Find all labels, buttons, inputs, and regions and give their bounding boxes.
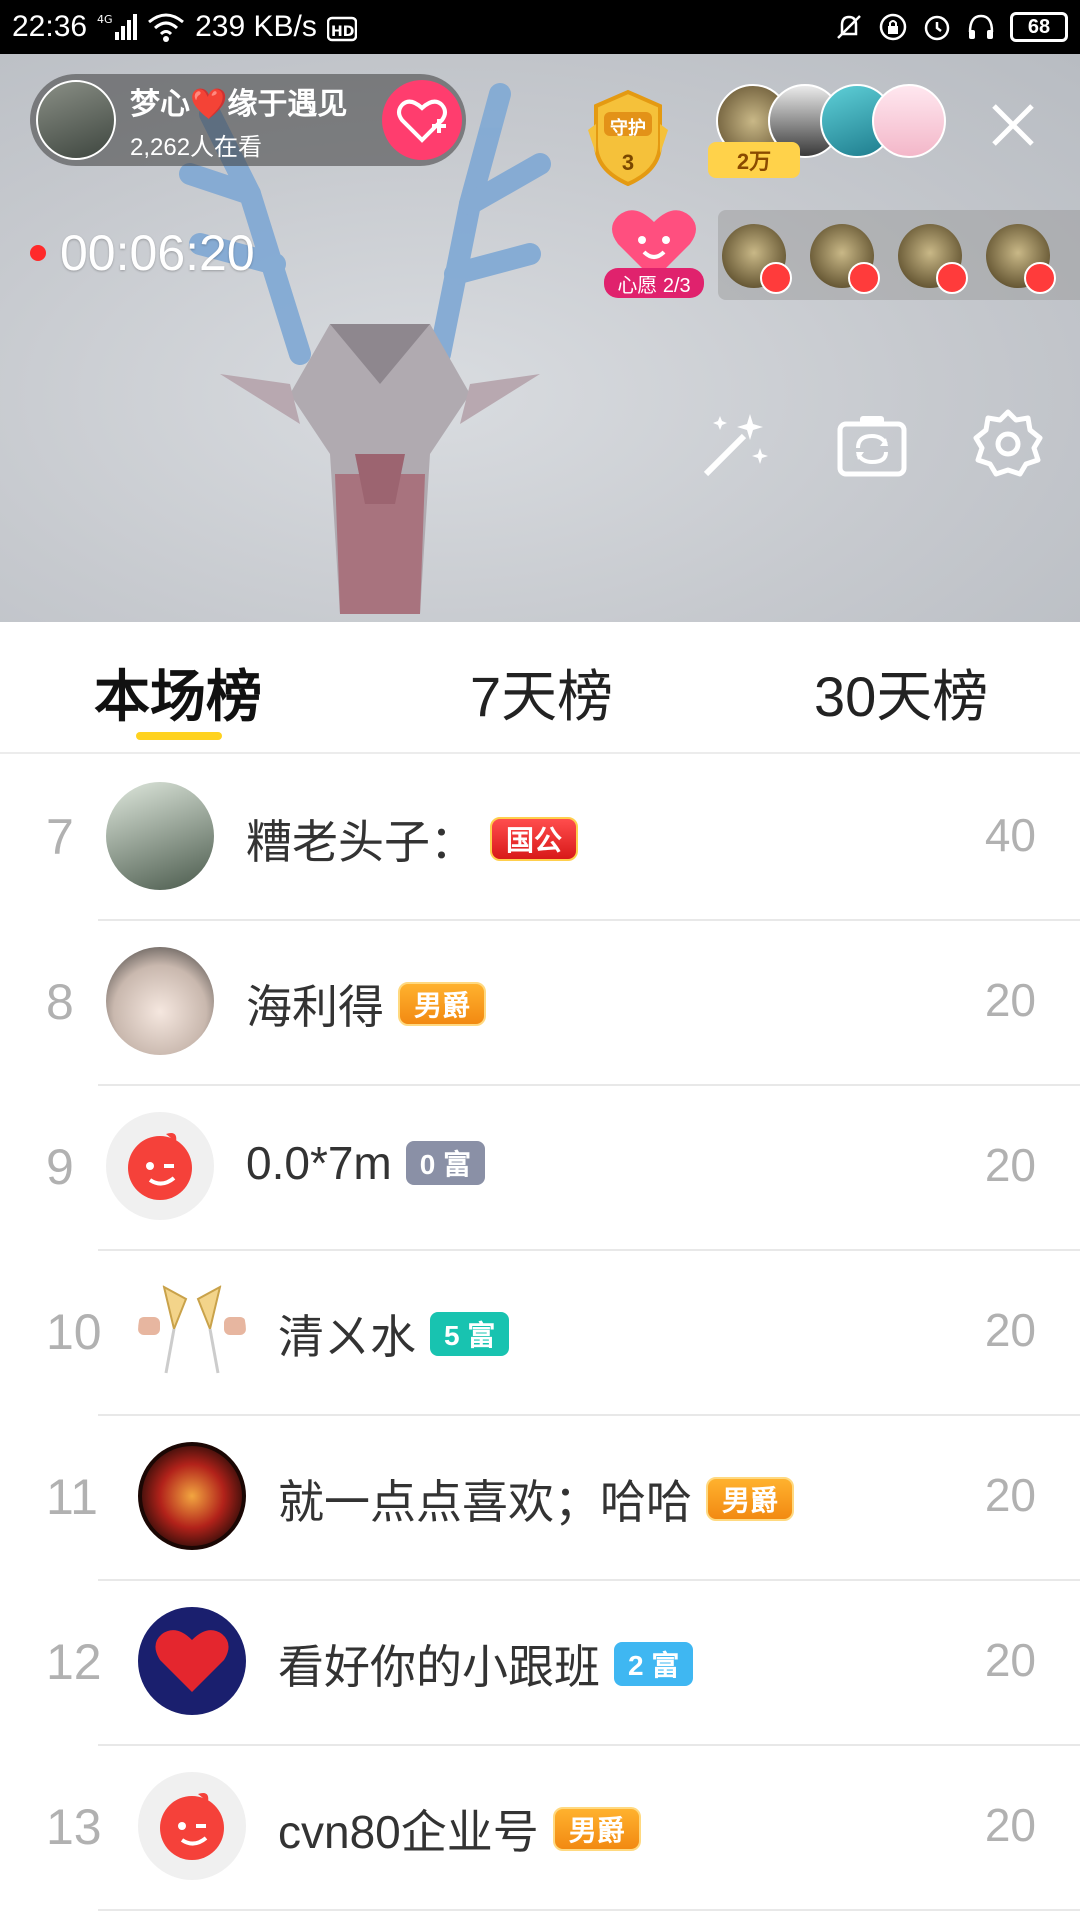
wish-progress-label: 心愿 2/3 xyxy=(604,268,704,298)
headphones-icon xyxy=(966,12,996,42)
recording-dot-icon xyxy=(30,245,46,261)
seat-avatar[interactable] xyxy=(898,224,968,294)
sofa-icon xyxy=(936,262,968,294)
rank-number: 8 xyxy=(46,974,74,1030)
rank-badge: 男爵 xyxy=(398,982,487,1026)
user-name: 就一点点喜欢；哈哈 xyxy=(278,1476,692,1528)
rank-badge: 男爵 xyxy=(552,1807,641,1851)
alarm-icon xyxy=(922,12,952,42)
avatar[interactable] xyxy=(138,1607,246,1715)
score: 20 xyxy=(984,1139,1036,1191)
rank-number: 11 xyxy=(46,1469,98,1525)
champagne-glasses-icon xyxy=(138,1285,246,1374)
guard-label: 守护 xyxy=(610,118,646,138)
follow-button[interactable] xyxy=(382,80,462,160)
live-timer: 00:06:20 xyxy=(30,224,255,282)
sofa-icon xyxy=(848,262,880,294)
list-item[interactable]: 7 糟老头子： 国公 40 xyxy=(0,756,1080,921)
timer-text: 00:06:20 xyxy=(60,225,255,281)
default-avatar-icon xyxy=(128,1133,192,1200)
fan-avatar[interactable] xyxy=(872,84,946,158)
rank-badge: 2 富 xyxy=(614,1642,694,1686)
hd-icon: HD xyxy=(326,12,357,42)
score: 20 xyxy=(984,1799,1036,1851)
rank-badge: 男爵 xyxy=(706,1477,795,1521)
ranking-list: 7 糟老头子： 国公 40 8 海利得 男爵 20 9 0.0*7m 0 富 2… xyxy=(0,756,1080,1911)
list-item[interactable]: 12 看好你的小跟班 2 富 20 xyxy=(0,1581,1080,1746)
divider xyxy=(98,1909,1080,1911)
cellular-signal-icon: 4G xyxy=(97,12,138,42)
rank-number: 7 xyxy=(46,809,74,865)
score: 20 xyxy=(984,1469,1036,1521)
seat-avatar[interactable] xyxy=(986,224,1056,294)
live-video-area[interactable]: 梦心❤️缘于遇见 2,262人在看 守护 3 2万 00:06:20 心愿 2/… xyxy=(0,54,1080,622)
audience-seats[interactable] xyxy=(718,210,1080,300)
rank-number: 13 xyxy=(46,1799,102,1855)
rank-number: 10 xyxy=(46,1304,102,1360)
default-avatar-icon xyxy=(160,1793,224,1860)
avatar[interactable] xyxy=(106,1112,214,1220)
rank-badge: 国公 xyxy=(490,817,579,861)
switch-camera-icon[interactable] xyxy=(836,408,908,480)
ranking-tabs: 本场榜 7天榜 30天榜 xyxy=(0,622,1080,754)
status-bar: 22:36 4G 239 KB/s HD 68 xyxy=(0,0,1080,54)
sofa-icon xyxy=(1024,262,1056,294)
sofa-icon xyxy=(760,262,792,294)
host-name: 梦心❤️缘于遇见 xyxy=(130,87,348,121)
user-name: cvn80企业号 xyxy=(278,1806,539,1858)
status-time: 22:36 xyxy=(12,10,88,43)
rank-badge: 5 富 xyxy=(430,1312,510,1356)
score: 20 xyxy=(984,974,1036,1026)
score: 40 xyxy=(984,809,1036,861)
magic-wand-icon[interactable] xyxy=(700,408,772,480)
rank-badge: 0 富 xyxy=(405,1141,486,1185)
host-avatar[interactable] xyxy=(36,80,116,160)
list-item[interactable]: 8 海利得 男爵 20 xyxy=(0,921,1080,1086)
score: 20 xyxy=(984,1634,1036,1686)
fans-count-badge: 2万 xyxy=(708,142,800,178)
seat-avatar[interactable] xyxy=(810,224,880,294)
avatar[interactable] xyxy=(138,1442,246,1550)
mute-bell-icon xyxy=(834,12,864,42)
avatar[interactable] xyxy=(106,947,214,1055)
score: 20 xyxy=(984,1304,1036,1356)
tab-indicator xyxy=(136,732,222,740)
list-item[interactable]: 10 清ㄨ水 5 富 20 xyxy=(0,1251,1080,1416)
svg-text:4G: 4G xyxy=(97,13,113,26)
lock-rotation-icon xyxy=(878,12,908,42)
user-name: 清ㄨ水 xyxy=(278,1311,416,1363)
battery-indicator: 68 xyxy=(1010,12,1068,42)
guard-count: 3 xyxy=(621,150,635,175)
avatar[interactable] xyxy=(138,1277,246,1385)
user-name: 糟老头子： xyxy=(246,816,476,868)
list-item[interactable]: 11 就一点点喜欢；哈哈 男爵 20 xyxy=(0,1416,1080,1581)
tab-30-days[interactable]: 30天榜 xyxy=(814,652,988,733)
wifi-icon xyxy=(147,12,185,42)
heart-avatar-icon xyxy=(155,1630,229,1692)
avatar[interactable] xyxy=(106,782,214,890)
tab-7-days[interactable]: 7天榜 xyxy=(470,652,613,733)
host-info-pill[interactable]: 梦心❤️缘于遇见 2,262人在看 xyxy=(30,74,466,166)
network-speed: 239 KB/s xyxy=(195,10,317,43)
rank-number: 12 xyxy=(46,1634,102,1690)
guard-badge[interactable]: 守护 3 xyxy=(582,84,674,188)
close-icon[interactable] xyxy=(986,98,1040,152)
heart-plus-icon xyxy=(397,99,447,143)
user-name: 看好你的小跟班 xyxy=(278,1641,600,1693)
tab-this-session[interactable]: 本场榜 xyxy=(94,652,262,733)
viewer-count: 2,262人在看 xyxy=(130,133,263,161)
seat-avatar[interactable] xyxy=(722,224,792,294)
user-name: 0.0*7m xyxy=(246,1137,392,1189)
settings-gear-icon[interactable] xyxy=(972,408,1044,480)
list-item[interactable]: 13 cvn80企业号 男爵 20 xyxy=(0,1746,1080,1911)
rank-number: 9 xyxy=(46,1139,74,1195)
list-item[interactable]: 9 0.0*7m 0 富 20 xyxy=(0,1086,1080,1251)
user-name: 海利得 xyxy=(246,981,384,1033)
avatar[interactable] xyxy=(138,1772,246,1880)
svg-text:HD: HD xyxy=(331,24,354,40)
